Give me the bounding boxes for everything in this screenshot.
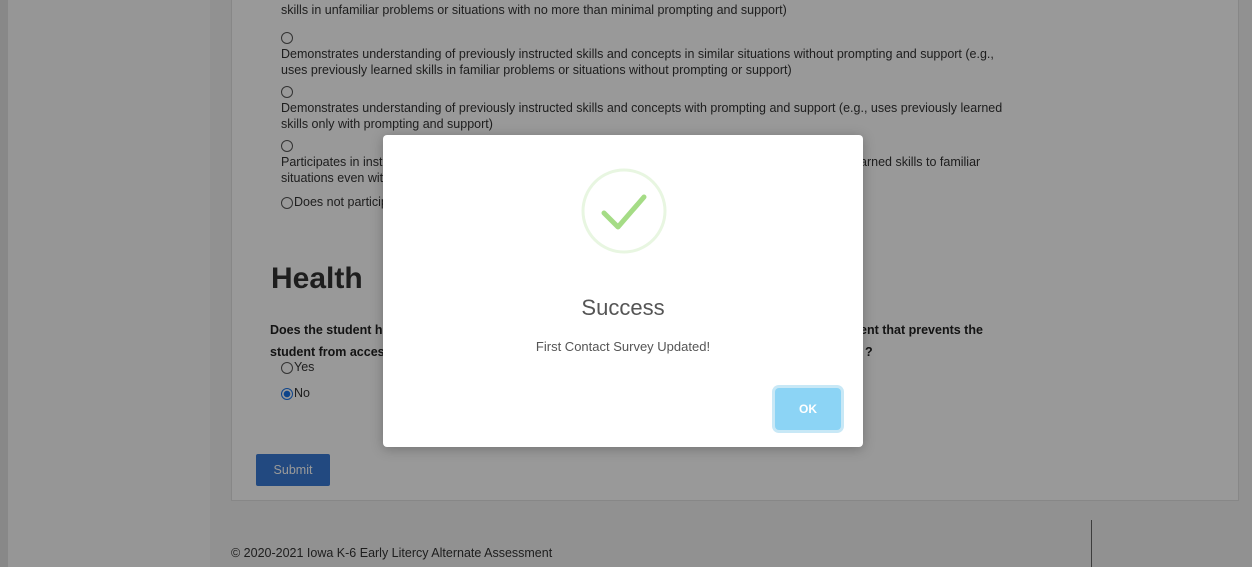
ok-button[interactable]: OK — [775, 388, 841, 430]
success-dialog: Success First Contact Survey Updated! OK — [383, 135, 863, 447]
dialog-message: First Contact Survey Updated! — [535, 339, 711, 354]
dialog-title: Success — [581, 295, 665, 320]
success-check-icon — [581, 168, 667, 254]
